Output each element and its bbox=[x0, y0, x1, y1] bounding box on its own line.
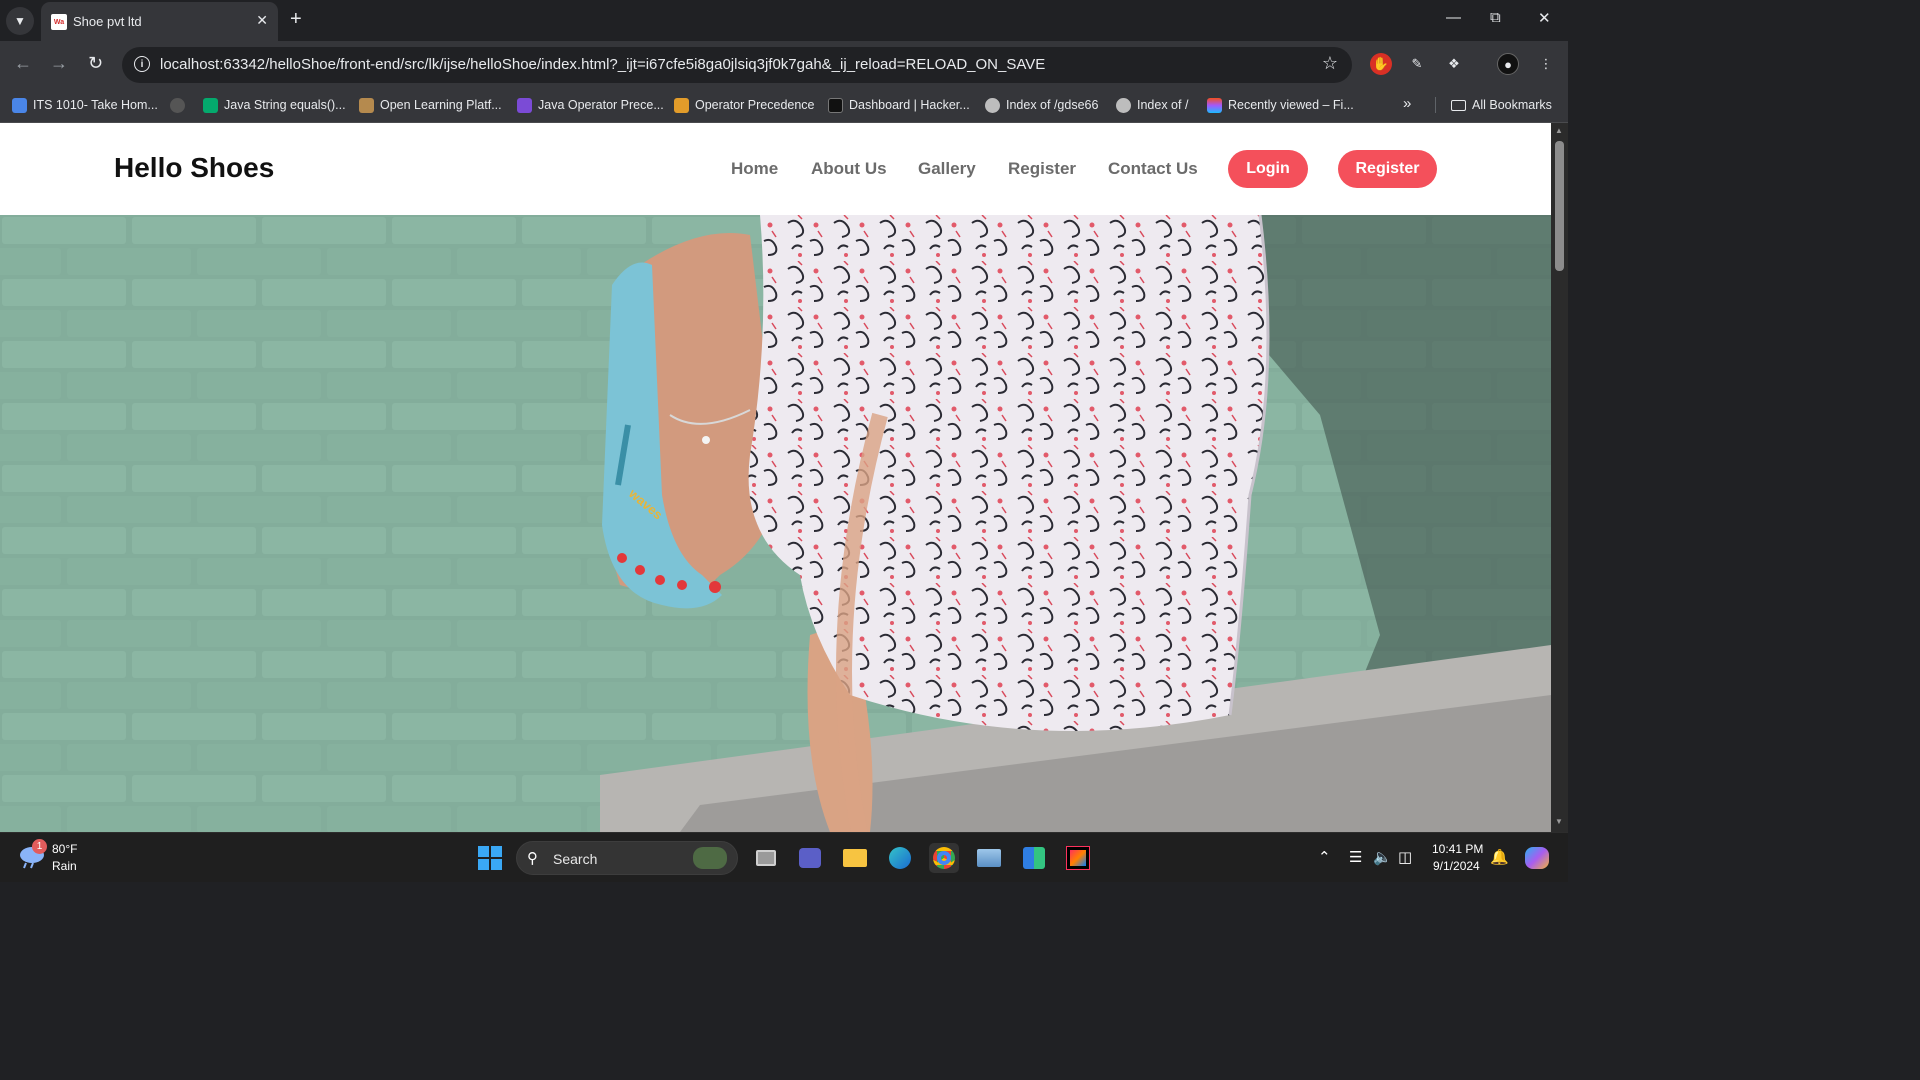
more-bookmarks-icon[interactable]: » bbox=[1403, 95, 1411, 112]
clock-time[interactable]: 10:41 PM bbox=[1432, 842, 1483, 856]
close-window-icon[interactable]: ✕ bbox=[1538, 9, 1551, 27]
github-icon bbox=[170, 97, 185, 113]
site-logo[interactable]: Hello Shoes bbox=[114, 152, 274, 184]
figma-icon bbox=[1207, 97, 1222, 113]
globe-icon bbox=[985, 97, 1000, 113]
site-info-icon[interactable]: i bbox=[134, 56, 150, 72]
bookmark-label: Index of /gdse66 bbox=[1006, 98, 1099, 112]
restore-icon[interactable]: ⧉ bbox=[1490, 9, 1501, 26]
nav-register[interactable]: Register bbox=[1008, 159, 1076, 179]
tab-close-icon[interactable]: ✕ bbox=[256, 12, 268, 29]
photos-icon[interactable] bbox=[974, 843, 1004, 873]
all-bookmarks-button[interactable]: All Bookmarks bbox=[1451, 96, 1552, 114]
nav-contact-us[interactable]: Contact Us bbox=[1108, 159, 1198, 179]
adblock-extension-icon[interactable]: ✋ bbox=[1370, 53, 1392, 75]
weather-condition[interactable]: Rain bbox=[52, 859, 77, 873]
bookmark-item[interactable]: Dashboard | Hacker... bbox=[828, 96, 970, 114]
extensions-puzzle-icon[interactable]: ❖ bbox=[1443, 53, 1465, 75]
nav-about-us[interactable]: About Us bbox=[811, 159, 887, 179]
tab-search-chevron-icon[interactable]: ▼ bbox=[6, 7, 34, 35]
star-icon bbox=[674, 97, 689, 113]
page-viewport: Hello Shoes Home About Us Gallery Regist… bbox=[0, 123, 1551, 832]
file-explorer-icon[interactable] bbox=[840, 843, 870, 873]
volume-icon[interactable]: 🔈 bbox=[1373, 848, 1392, 866]
bookmark-item[interactable]: Open Learning Platf... bbox=[359, 96, 502, 114]
windows-start-icon[interactable] bbox=[475, 843, 505, 873]
show-hidden-icons-chevron[interactable]: ⌃ bbox=[1318, 848, 1331, 866]
nav-gallery[interactable]: Gallery bbox=[918, 159, 976, 179]
all-bookmarks-label: All Bookmarks bbox=[1472, 98, 1552, 112]
address-url[interactable]: localhost:63342/helloShoe/front-end/src/… bbox=[160, 56, 1045, 73]
minimize-icon[interactable]: — bbox=[1446, 9, 1461, 26]
reload-icon[interactable]: ↻ bbox=[88, 53, 103, 73]
bookmark-item[interactable]: Java String equals()... bbox=[203, 96, 346, 114]
bookmark-label: Java String equals()... bbox=[224, 98, 346, 112]
weather-temperature[interactable]: 80°F bbox=[52, 842, 77, 856]
bookmark-item[interactable] bbox=[170, 96, 191, 114]
clock-date[interactable]: 9/1/2024 bbox=[1433, 859, 1480, 873]
taskbar-search-box[interactable]: ⚲ Search bbox=[516, 841, 738, 875]
battery-icon[interactable]: ◫ bbox=[1398, 848, 1412, 866]
intellij-idea-icon[interactable] bbox=[1063, 843, 1093, 873]
bookmark-star-icon[interactable]: ☆ bbox=[1322, 53, 1338, 74]
edge-icon[interactable] bbox=[885, 843, 915, 873]
bookmark-label: Java Operator Prece... bbox=[538, 98, 664, 112]
browser-tab-strip: ▼ Wa Shoe pvt ltd ✕ + — ⧉ ✕ bbox=[0, 0, 1568, 41]
search-highlight-gorilla-icon bbox=[693, 847, 727, 869]
feather-icon bbox=[517, 97, 532, 113]
eyedropper-extension-icon[interactable]: ✎ bbox=[1406, 53, 1428, 75]
bookmark-item[interactable]: ITS 1010- Take Hom... bbox=[12, 96, 158, 114]
taskbar-search-label: Search bbox=[553, 851, 598, 867]
w3-icon bbox=[203, 97, 218, 113]
bookmark-label: Dashboard | Hacker... bbox=[849, 98, 970, 112]
address-bar[interactable]: i localhost:63342/helloShoe/front-end/sr… bbox=[122, 47, 1352, 83]
forward-arrow-icon[interactable]: → bbox=[50, 53, 68, 73]
app-tiles-icon[interactable] bbox=[1019, 843, 1049, 873]
scroll-down-icon[interactable]: ▼ bbox=[1555, 817, 1563, 826]
back-arrow-icon[interactable]: ← bbox=[14, 53, 32, 73]
new-tab-plus-icon[interactable]: + bbox=[290, 8, 302, 30]
scroll-up-icon[interactable]: ▲ bbox=[1555, 126, 1563, 135]
hero-photo: waves bbox=[0, 215, 1551, 832]
site-header: Hello Shoes Home About Us Gallery Regist… bbox=[0, 123, 1551, 215]
bookmark-item[interactable]: Java Operator Prece... bbox=[517, 96, 664, 114]
profile-avatar[interactable]: ● bbox=[1497, 53, 1519, 75]
bookmarks-divider bbox=[1435, 97, 1436, 113]
bookmarks-bar: ITS 1010- Take Hom... Java String equals… bbox=[0, 88, 1568, 123]
browser-menu-icon[interactable]: ⋮ bbox=[1535, 53, 1557, 75]
notifications-bell-icon[interactable]: 🔔 bbox=[1490, 848, 1509, 866]
hero-banner: waves bbox=[0, 215, 1551, 832]
copilot-icon[interactable] bbox=[1522, 843, 1552, 873]
bookmark-label: Operator Precedence bbox=[695, 98, 815, 112]
person-doc-icon bbox=[12, 97, 27, 113]
bookmark-item[interactable]: Index of /gdse66 bbox=[985, 96, 1098, 114]
globe-icon bbox=[1116, 97, 1131, 113]
browser-toolbar: ← → ↻ i localhost:63342/helloShoe/front-… bbox=[0, 41, 1568, 88]
chrome-icon[interactable] bbox=[929, 843, 959, 873]
active-tab[interactable]: Wa Shoe pvt ltd ✕ bbox=[41, 2, 278, 41]
tab-favicon-icon: Wa bbox=[51, 14, 67, 30]
search-icon: ⚲ bbox=[527, 850, 538, 867]
bookmark-item[interactable]: Recently viewed – Fi... bbox=[1207, 96, 1354, 114]
bookmark-label: Recently viewed – Fi... bbox=[1228, 98, 1354, 112]
nav-home[interactable]: Home bbox=[731, 159, 778, 179]
bookmark-label: ITS 1010- Take Hom... bbox=[33, 98, 158, 112]
windows-taskbar: 1 80°F Rain ⚲ Search ⌃ ☰ 🔈 ◫ 10:41 PM 9/… bbox=[0, 832, 1568, 882]
teams-icon[interactable] bbox=[795, 843, 825, 873]
bookmark-label: Open Learning Platf... bbox=[380, 98, 502, 112]
task-view-icon[interactable] bbox=[751, 843, 781, 873]
crest-icon bbox=[359, 97, 374, 113]
folder-icon bbox=[1451, 99, 1466, 111]
bookmark-label: Index of / bbox=[1137, 98, 1189, 112]
scroll-thumb[interactable] bbox=[1555, 141, 1564, 271]
page-scrollbar[interactable]: ▲ ▼ bbox=[1551, 123, 1568, 832]
register-button[interactable]: Register bbox=[1338, 150, 1437, 188]
weather-alert-badge: 1 bbox=[32, 839, 47, 854]
hackerrank-icon bbox=[828, 97, 843, 113]
wifi-icon[interactable]: ☰ bbox=[1349, 848, 1362, 866]
bookmark-item[interactable]: Index of / bbox=[1116, 96, 1188, 114]
bookmark-item[interactable]: Operator Precedence bbox=[674, 96, 815, 114]
login-button[interactable]: Login bbox=[1228, 150, 1308, 188]
tab-title: Shoe pvt ltd bbox=[73, 14, 142, 29]
